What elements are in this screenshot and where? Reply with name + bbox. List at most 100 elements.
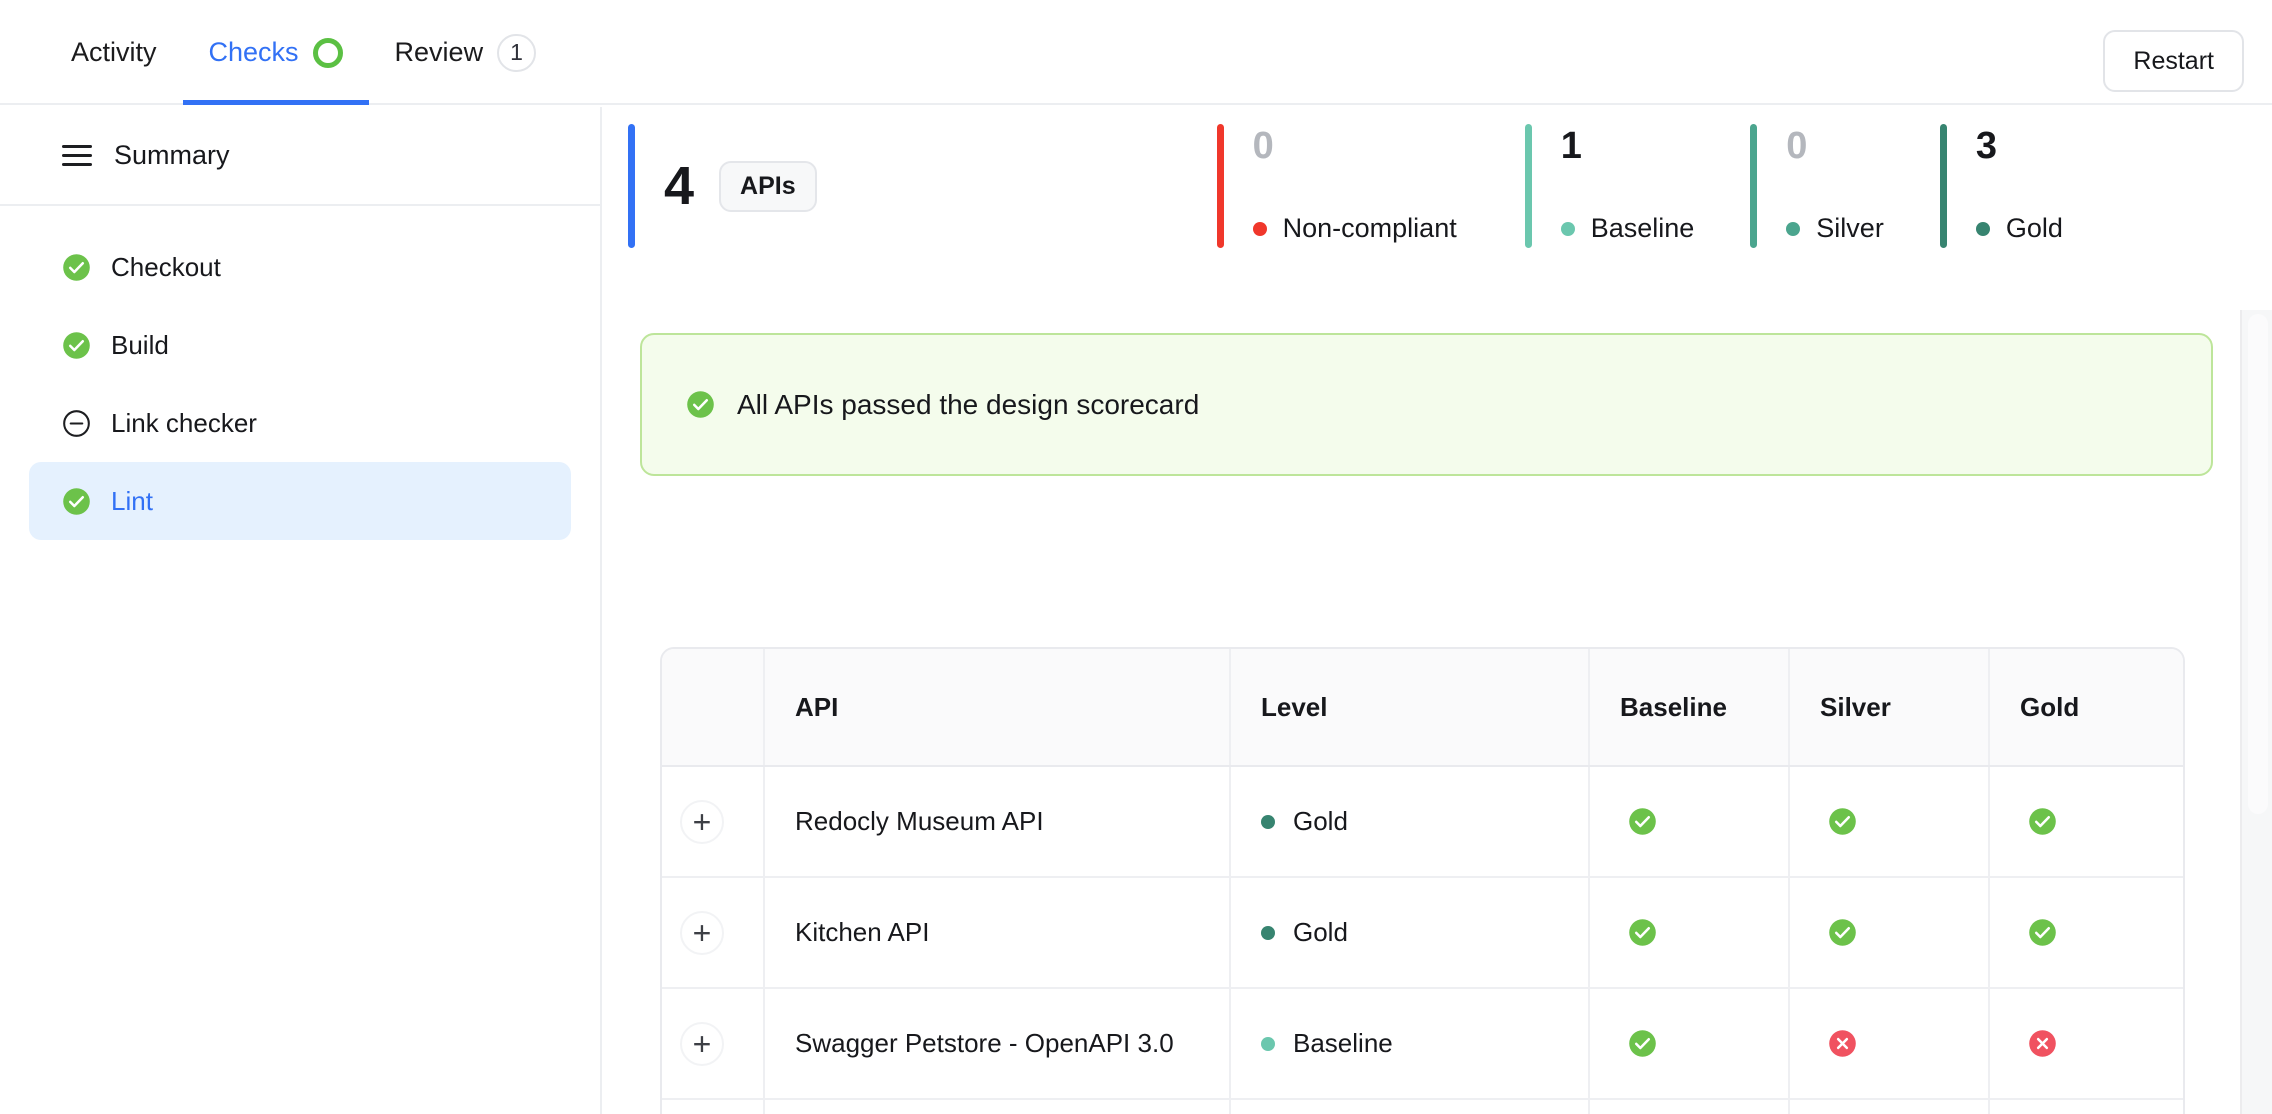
table-header-row: API Level Baseline Silver Gold xyxy=(662,649,2183,767)
tab-review-label: Review xyxy=(394,37,484,67)
checks-sidebar: Summary Checkout Build Link checker Lint xyxy=(0,107,602,1114)
row-silver-status xyxy=(1789,988,1990,1100)
row-silver-status xyxy=(1789,877,1990,989)
level-dot-icon xyxy=(1560,221,1575,236)
level-dot-icon xyxy=(1261,814,1275,829)
stat-baseline-count: 1 xyxy=(1560,125,1582,167)
col-header-gold: Gold xyxy=(1989,649,2183,767)
row-level-label: Baseline xyxy=(1293,1028,1393,1058)
level-dot-icon xyxy=(1975,221,1990,236)
expand-row-button[interactable]: + xyxy=(680,799,724,844)
expand-row-button[interactable]: + xyxy=(680,910,724,955)
row-silver-status xyxy=(1789,766,1990,878)
spinner-ring-icon xyxy=(312,37,343,68)
level-dot-icon xyxy=(1261,1036,1275,1051)
stat-silver: 0 Silver xyxy=(1750,124,1884,248)
stat-gold-label-row: Gold xyxy=(1975,213,2063,244)
level-dot-icon xyxy=(1252,221,1267,236)
stat-gold-label: Gold xyxy=(2005,213,2063,243)
col-header-api: API xyxy=(764,649,1231,767)
review-count-badge: 1 xyxy=(497,33,536,72)
stat-apis-count: 4 xyxy=(664,156,695,216)
stat-apis-accent-bar xyxy=(628,124,635,248)
sidebar-item-lint[interactable]: Lint xyxy=(29,462,571,540)
stat-silver-accent-bar xyxy=(1750,124,1758,248)
check-circle-icon xyxy=(63,331,90,359)
sidebar-item-label: Checkout xyxy=(111,251,221,282)
stat-baseline-label: Baseline xyxy=(1590,213,1695,243)
row-level-cell: Baseline xyxy=(1230,988,1590,1100)
check-circle-icon xyxy=(63,253,90,281)
row-level-label: Gold xyxy=(1293,917,1348,947)
row-expand-cell: + xyxy=(662,1099,765,1114)
tab-review[interactable]: Review 1 xyxy=(369,0,562,105)
stat-apis-pill: APIs xyxy=(719,160,817,212)
scrollbar-thumb[interactable] xyxy=(2248,314,2268,814)
sidebar-item-label: Link checker xyxy=(111,407,257,438)
row-gold-status xyxy=(1989,766,2183,878)
level-dot-icon xyxy=(1786,221,1801,236)
stat-non-compliant-label: Non-compliant xyxy=(1282,213,1457,243)
row-baseline-status xyxy=(1589,877,1790,989)
row-level-cell: Gold xyxy=(1230,766,1590,878)
table-row: + Kitchen API Gold xyxy=(662,877,2183,989)
close-circle-icon xyxy=(1829,1030,1856,1057)
stat-gold-accent-bar xyxy=(1939,124,1947,248)
stat-silver-count: 0 xyxy=(1786,125,1808,167)
check-circle-icon xyxy=(1629,1030,1656,1057)
table-row: + Train Travel API Gold xyxy=(662,1099,2183,1114)
col-header-baseline: Baseline xyxy=(1589,649,1790,767)
stat-non-compliant-accent-bar xyxy=(1216,124,1224,248)
vertical-scrollbar[interactable] xyxy=(2240,310,2272,1114)
check-circle-icon xyxy=(2029,808,2056,835)
scorecard-table: API Level Baseline Silver Gold + Redocly… xyxy=(660,647,2185,1114)
restart-button[interactable]: Restart xyxy=(2103,30,2244,92)
col-header-expand xyxy=(662,649,765,767)
stat-baseline: 1 Baseline xyxy=(1524,124,1695,248)
row-api-name: Redocly Museum API xyxy=(764,766,1231,878)
top-header: Activity Checks Review 1 Restart xyxy=(0,0,2272,105)
row-expand-cell: + xyxy=(662,766,765,878)
tab-checks-label: Checks xyxy=(208,37,299,67)
check-circle-icon xyxy=(1629,808,1656,835)
row-level-cell: Gold xyxy=(1230,877,1590,989)
table-row: + Swagger Petstore - OpenAPI 3.0 Baselin… xyxy=(662,988,2183,1100)
stat-gold: 3 Gold xyxy=(1939,124,2063,248)
stat-non-compliant: 0 Non-compliant xyxy=(1216,124,1457,248)
minus-circle-icon xyxy=(63,409,90,437)
sidebar-item-label: Lint xyxy=(111,485,153,516)
tab-checks[interactable]: Checks xyxy=(182,0,369,105)
stat-baseline-label-row: Baseline xyxy=(1560,213,1695,244)
stat-silver-label: Silver xyxy=(1816,213,1884,243)
check-circle-icon xyxy=(1829,808,1856,835)
stat-non-compliant-label-row: Non-compliant xyxy=(1252,213,1457,244)
row-gold-status xyxy=(1989,1099,2183,1114)
row-baseline-status xyxy=(1589,766,1790,878)
row-gold-status xyxy=(1989,877,2183,989)
row-api-name: Kitchen API xyxy=(764,877,1231,989)
sidebar-item-link-checker[interactable]: Link checker xyxy=(29,384,571,462)
sidebar-item-summary[interactable]: Summary xyxy=(0,107,600,206)
scorecard-summary-strip: 4 APIs 0 Non-compliant 1 Baseline 0 Silv… xyxy=(604,107,2272,265)
row-expand-cell: + xyxy=(662,877,765,989)
scorecard-success-banner: All APIs passed the design scorecard xyxy=(640,333,2213,476)
row-api-name: Train Travel API xyxy=(764,1099,1231,1114)
sidebar-check-list: Checkout Build Link checker Lint xyxy=(0,206,600,540)
check-circle-icon xyxy=(2029,919,2056,946)
sidebar-item-checkout[interactable]: Checkout xyxy=(29,228,571,306)
row-level-label: Gold xyxy=(1293,806,1348,836)
summary-label: Summary xyxy=(114,140,230,170)
sidebar-item-build[interactable]: Build xyxy=(29,306,571,384)
tab-activity[interactable]: Activity xyxy=(45,0,183,105)
stat-gold-count: 3 xyxy=(1975,125,1997,167)
tab-activity-label: Activity xyxy=(71,37,157,67)
stat-baseline-accent-bar xyxy=(1524,124,1532,248)
row-expand-cell: + xyxy=(662,988,765,1100)
hamburger-icon xyxy=(62,145,92,166)
expand-row-button[interactable]: + xyxy=(680,1021,724,1066)
stat-apis: 4 APIs xyxy=(628,124,817,248)
row-api-name: Swagger Petstore - OpenAPI 3.0 xyxy=(764,988,1231,1100)
col-header-silver: Silver xyxy=(1789,649,1990,767)
check-circle-icon xyxy=(63,487,90,515)
close-circle-icon xyxy=(2029,1030,2056,1057)
